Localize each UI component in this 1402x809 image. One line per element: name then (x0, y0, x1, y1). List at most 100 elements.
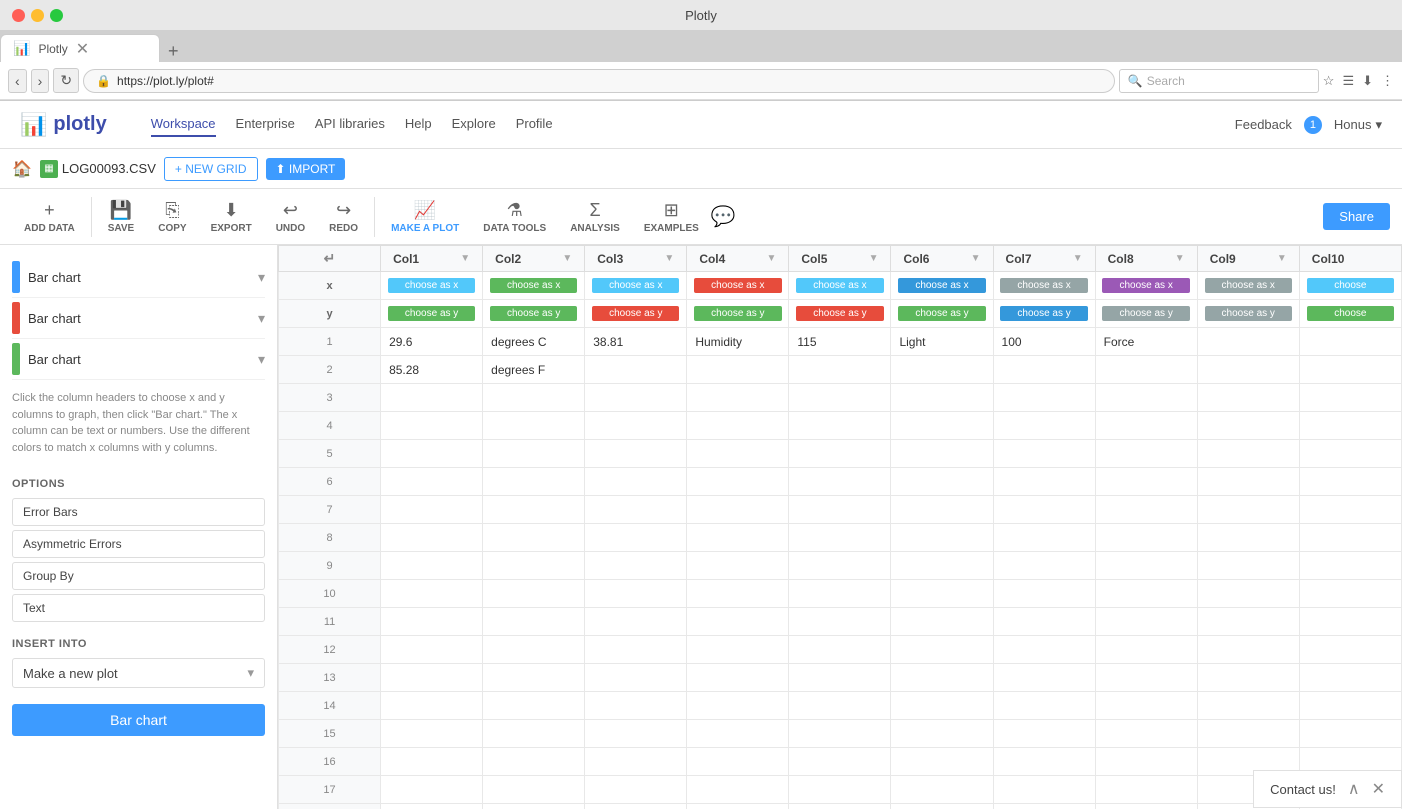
grid-cell[interactable] (891, 608, 993, 636)
grid-cell[interactable] (381, 384, 483, 412)
grid-cell[interactable] (1095, 748, 1197, 776)
contact-minimize-button[interactable]: ∧ (1348, 779, 1360, 799)
traffic-light-red[interactable] (12, 9, 25, 22)
col1-sort[interactable]: ▼ (460, 253, 470, 264)
nav-enterprise[interactable]: Enterprise (236, 112, 295, 137)
grid-cell[interactable] (1197, 328, 1299, 356)
grid-cell[interactable] (687, 496, 789, 524)
grid-cell[interactable] (891, 636, 993, 664)
grid-cell[interactable] (789, 496, 891, 524)
grid-cell[interactable] (1095, 440, 1197, 468)
grid-cell[interactable] (993, 636, 1095, 664)
col3-choose-x[interactable]: choose as x (592, 278, 679, 293)
grid-cell[interactable] (1197, 692, 1299, 720)
grid-cell[interactable] (891, 748, 993, 776)
data-tools-button[interactable]: ⚗ DATA TOOLS (471, 196, 558, 238)
grid-cell[interactable] (483, 524, 585, 552)
grid-cell[interactable] (1197, 636, 1299, 664)
grid-cell[interactable] (483, 748, 585, 776)
grid-cell[interactable] (1095, 552, 1197, 580)
grid-cell[interactable] (585, 664, 687, 692)
grid-cell[interactable]: 85.28 (381, 356, 483, 384)
nav-profile[interactable]: Profile (516, 112, 553, 137)
grid-cell[interactable] (483, 776, 585, 804)
col8-choose-y[interactable]: choose as y (1102, 306, 1189, 321)
download-icon[interactable]: ⬇ (1362, 73, 1373, 89)
col7-choose-x[interactable]: choose as x (1000, 278, 1087, 293)
grid-cell[interactable] (993, 580, 1095, 608)
grid-cell[interactable] (789, 664, 891, 692)
col8-choose-x[interactable]: choose as x (1102, 278, 1189, 293)
col9-choose-x[interactable]: choose as x (1205, 278, 1292, 293)
grid-cell[interactable] (483, 552, 585, 580)
back-button[interactable]: ‹ (8, 69, 27, 93)
grid-cell[interactable] (585, 580, 687, 608)
grid-cell[interactable] (789, 720, 891, 748)
grid-cell[interactable] (483, 636, 585, 664)
group-by-button[interactable]: Group By (12, 562, 265, 590)
grid-cell[interactable] (687, 412, 789, 440)
grid-cell[interactable] (687, 608, 789, 636)
col3-x-cell[interactable]: choose as x (585, 272, 687, 300)
grid-cell[interactable] (789, 580, 891, 608)
asymmetric-errors-button[interactable]: Asymmetric Errors (12, 530, 265, 558)
traffic-light-green[interactable] (50, 9, 63, 22)
grid-cell[interactable] (585, 496, 687, 524)
grid-cell[interactable] (993, 776, 1095, 804)
col-header-7[interactable]: Col7▼ (993, 246, 1095, 272)
col2-sort[interactable]: ▼ (562, 253, 572, 264)
grid-cell[interactable] (789, 356, 891, 384)
grid-cell[interactable] (993, 748, 1095, 776)
chart-dropdown-2[interactable]: ▾ (258, 310, 265, 327)
grid-cell[interactable] (1197, 440, 1299, 468)
chart-dropdown-1[interactable]: ▾ (258, 269, 265, 286)
export-button[interactable]: ⬇ EXPORT (199, 196, 264, 238)
grid-cell[interactable] (381, 440, 483, 468)
new-grid-button[interactable]: + NEW GRID (164, 157, 258, 181)
col10-x-cell[interactable]: choose (1299, 272, 1401, 300)
grid-cell[interactable] (381, 524, 483, 552)
grid-cell[interactable] (1299, 720, 1401, 748)
grid-cell[interactable] (1095, 580, 1197, 608)
grid-cell[interactable] (891, 552, 993, 580)
grid-cell[interactable] (993, 552, 1095, 580)
grid-cell[interactable] (381, 776, 483, 804)
col1-choose-y[interactable]: choose as y (388, 306, 475, 321)
grid-cell[interactable]: Light (891, 328, 993, 356)
grid-cell[interactable] (1299, 664, 1401, 692)
grid-cell[interactable]: degrees F (483, 356, 585, 384)
col5-x-cell[interactable]: choose as x (789, 272, 891, 300)
grid-cell[interactable] (381, 636, 483, 664)
grid-cell[interactable] (1299, 608, 1401, 636)
save-button[interactable]: 💾 SAVE (96, 196, 147, 238)
col3-y-cell[interactable]: choose as y (585, 300, 687, 328)
grid-cell[interactable]: Humidity (687, 328, 789, 356)
nav-explore[interactable]: Explore (452, 112, 496, 137)
grid-cell[interactable] (483, 664, 585, 692)
grid-cell[interactable] (687, 692, 789, 720)
grid-cell[interactable] (585, 608, 687, 636)
grid-cell[interactable] (1197, 664, 1299, 692)
grid-cell[interactable] (381, 412, 483, 440)
grid-cell[interactable] (993, 608, 1095, 636)
grid-cell[interactable] (891, 720, 993, 748)
grid-cell[interactable] (789, 440, 891, 468)
col7-y-cell[interactable]: choose as y (993, 300, 1095, 328)
col3-sort[interactable]: ▼ (664, 253, 674, 264)
grid-cell[interactable]: Force (1095, 328, 1197, 356)
col2-choose-y[interactable]: choose as y (490, 306, 577, 321)
col-header-6[interactable]: Col6▼ (891, 246, 993, 272)
grid-cell[interactable] (483, 608, 585, 636)
grid-cell[interactable] (687, 804, 789, 809)
col4-choose-y[interactable]: choose as y (694, 306, 781, 321)
copy-button[interactable]: ⎘ COPY (146, 196, 198, 238)
col1-x-cell[interactable]: choose as x (381, 272, 483, 300)
col4-y-cell[interactable]: choose as y (687, 300, 789, 328)
refresh-button[interactable]: ↻ (53, 68, 79, 93)
grid-cell[interactable] (483, 496, 585, 524)
user-menu[interactable]: Honus ▾ (1334, 117, 1382, 133)
grid-cell[interactable]: 29.6 (381, 328, 483, 356)
col-header-1[interactable]: Col1▼ (381, 246, 483, 272)
grid-cell[interactable] (585, 552, 687, 580)
bookmark-icon[interactable]: ☆ (1323, 73, 1335, 89)
